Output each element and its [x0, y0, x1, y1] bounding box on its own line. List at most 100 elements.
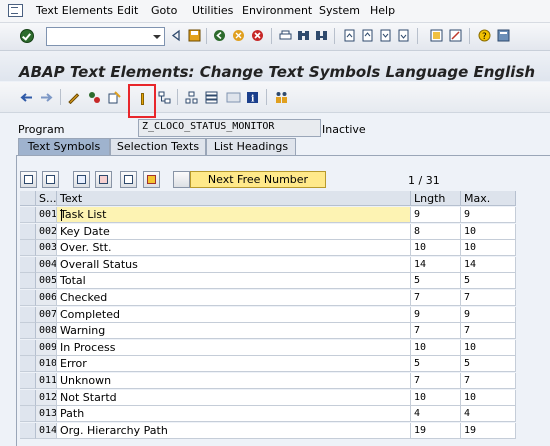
enter-icon[interactable]: [20, 29, 34, 43]
check-icon[interactable]: [88, 91, 101, 104]
menu-utilities[interactable]: Utilities: [192, 4, 233, 17]
row-selector[interactable]: [20, 373, 36, 389]
exclamation-icon[interactable]: [141, 93, 144, 105]
length-cell[interactable]: 10: [411, 240, 461, 257]
length-cell[interactable]: 7: [411, 373, 461, 389]
text-cell[interactable]: Completed: [57, 306, 411, 323]
print-icon[interactable]: [279, 29, 292, 42]
row-selector[interactable]: [20, 240, 36, 257]
command-dropdown-icon[interactable]: [150, 27, 165, 46]
find-icon[interactable]: [297, 29, 310, 42]
select-block-icon[interactable]: [143, 171, 160, 188]
row-selector[interactable]: [20, 306, 36, 323]
last-page-icon[interactable]: [397, 29, 410, 42]
max-length-cell[interactable]: 4: [461, 406, 516, 423]
save-icon[interactable]: [188, 29, 201, 42]
max-length-cell[interactable]: 9: [461, 207, 516, 223]
row-selector[interactable]: [20, 323, 36, 340]
max-length-cell[interactable]: 10: [461, 389, 516, 406]
text-cell[interactable]: Warning: [57, 323, 411, 340]
row-selector[interactable]: [20, 256, 36, 273]
copy-icon[interactable]: [120, 171, 137, 188]
max-length-cell[interactable]: 10: [461, 240, 516, 257]
row-selector[interactable]: [20, 356, 36, 373]
cancel-icon[interactable]: [251, 29, 264, 42]
tab-text-symbols[interactable]: Text Symbols: [18, 138, 110, 155]
row-selector[interactable]: [20, 273, 36, 290]
shortcut-icon[interactable]: [449, 29, 462, 42]
insert-row-icon[interactable]: [73, 171, 90, 188]
text-cell[interactable]: Overall Status: [57, 256, 411, 273]
max-length-cell[interactable]: 7: [461, 323, 516, 340]
window-menu-icon[interactable]: [8, 4, 23, 17]
next-page-icon[interactable]: [379, 29, 392, 42]
max-length-cell[interactable]: 10: [461, 339, 516, 356]
display-object-icon[interactable]: [226, 91, 241, 104]
row-selector[interactable]: [20, 389, 36, 406]
previous-page-icon[interactable]: [361, 29, 374, 42]
text-cell[interactable]: Checked: [57, 290, 411, 306]
row-selector[interactable]: [20, 207, 36, 223]
text-cell[interactable]: In Process: [57, 339, 411, 356]
menu-goto[interactable]: Goto: [151, 4, 177, 17]
arrow-left-icon[interactable]: [20, 91, 33, 104]
length-cell[interactable]: 19: [411, 422, 461, 439]
find-next-icon[interactable]: [315, 29, 328, 42]
next-free-number-icon[interactable]: [173, 171, 190, 188]
tab-selection-texts[interactable]: Selection Texts: [110, 138, 206, 155]
length-cell[interactable]: 10: [411, 389, 461, 406]
text-cell[interactable]: Task List: [57, 207, 411, 223]
tab-list-headings[interactable]: List Headings: [206, 138, 296, 155]
where-used-icon[interactable]: [158, 91, 171, 104]
max-length-cell[interactable]: 7: [461, 373, 516, 389]
max-length-cell[interactable]: 9: [461, 306, 516, 323]
text-cell[interactable]: Unknown: [57, 373, 411, 389]
menu-text-elements[interactable]: Text Elements: [36, 4, 113, 17]
row-selector[interactable]: [20, 339, 36, 356]
menu-edit[interactable]: Edit: [117, 4, 138, 17]
deselect-all-icon[interactable]: [42, 171, 59, 188]
row-selector[interactable]: [20, 406, 36, 423]
command-field[interactable]: [46, 27, 158, 46]
column-header-text[interactable]: Text: [57, 191, 411, 206]
column-header-length[interactable]: Lngth: [411, 191, 461, 206]
text-cell[interactable]: Key Date: [57, 223, 411, 240]
max-length-cell[interactable]: 10: [461, 223, 516, 240]
text-cell[interactable]: Not Startd: [57, 389, 411, 406]
column-header-max[interactable]: Max.: [461, 191, 516, 206]
select-all-icon[interactable]: [20, 171, 37, 188]
row-selector[interactable]: [20, 290, 36, 306]
column-header-symbol[interactable]: S...: [36, 191, 57, 206]
text-cell[interactable]: Path: [57, 406, 411, 423]
exit-icon[interactable]: [232, 29, 245, 42]
hierarchy-icon[interactable]: [185, 91, 198, 104]
max-length-cell[interactable]: 7: [461, 290, 516, 306]
menu-environment[interactable]: Environment: [242, 4, 312, 17]
translation-icon[interactable]: [275, 91, 288, 104]
text-cell[interactable]: Error: [57, 356, 411, 373]
new-session-icon[interactable]: [430, 29, 443, 42]
length-cell[interactable]: 9: [411, 306, 461, 323]
max-length-cell[interactable]: 19: [461, 422, 516, 439]
menu-system[interactable]: System: [319, 4, 360, 17]
max-length-cell[interactable]: 5: [461, 273, 516, 290]
length-cell[interactable]: 5: [411, 356, 461, 373]
max-length-cell[interactable]: 14: [461, 256, 516, 273]
object-list-icon[interactable]: [205, 91, 218, 104]
delete-row-icon[interactable]: [95, 171, 112, 188]
first-page-icon[interactable]: [343, 29, 356, 42]
length-cell[interactable]: 8: [411, 223, 461, 240]
length-cell[interactable]: 5: [411, 273, 461, 290]
length-cell[interactable]: 4: [411, 406, 461, 423]
change-display-icon[interactable]: [67, 91, 80, 104]
length-cell[interactable]: 7: [411, 323, 461, 340]
help-icon[interactable]: ?: [478, 29, 491, 42]
info-icon[interactable]: i: [246, 91, 259, 104]
text-cell[interactable]: Org. Hierarchy Path: [57, 422, 411, 439]
back-icon[interactable]: [213, 29, 226, 42]
previous-icon[interactable]: [170, 29, 183, 42]
length-cell[interactable]: 14: [411, 256, 461, 273]
activate-icon[interactable]: [108, 91, 121, 104]
layout-menu-icon[interactable]: [497, 29, 510, 42]
row-selector[interactable]: [20, 422, 36, 439]
